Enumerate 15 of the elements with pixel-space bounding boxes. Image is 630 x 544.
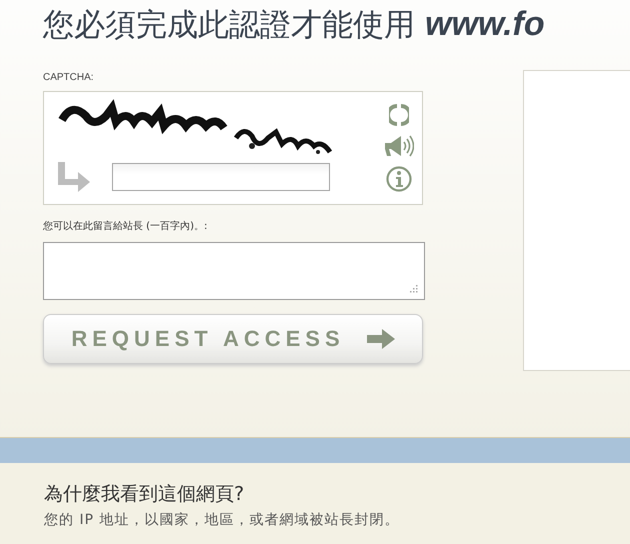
info-icon[interactable] <box>386 166 412 192</box>
resize-grip-icon[interactable] <box>409 284 418 293</box>
arrow-icon <box>366 329 395 349</box>
arrow-icon <box>56 162 90 192</box>
why-text: 您的 IP 地址，以國家，地區，或者網域被站長封閉。 <box>44 511 400 529</box>
request-access-button[interactable]: REQUEST ACCESS <box>43 314 423 364</box>
megaphone-icon[interactable] <box>384 134 414 158</box>
captcha-input[interactable] <box>112 163 330 191</box>
why-heading: 為什麼我看到這個網頁? <box>44 482 246 507</box>
site-name: www.fo <box>425 5 545 44</box>
refresh-icon[interactable] <box>389 104 409 126</box>
message-field[interactable] <box>43 242 425 300</box>
captcha-label: CAPTCHA: <box>43 72 95 83</box>
message-label: 您可以在此留言給站長 (一百字內)。: <box>43 220 208 233</box>
page-heading: 您必須完成此認證才能使用 <box>43 6 415 45</box>
